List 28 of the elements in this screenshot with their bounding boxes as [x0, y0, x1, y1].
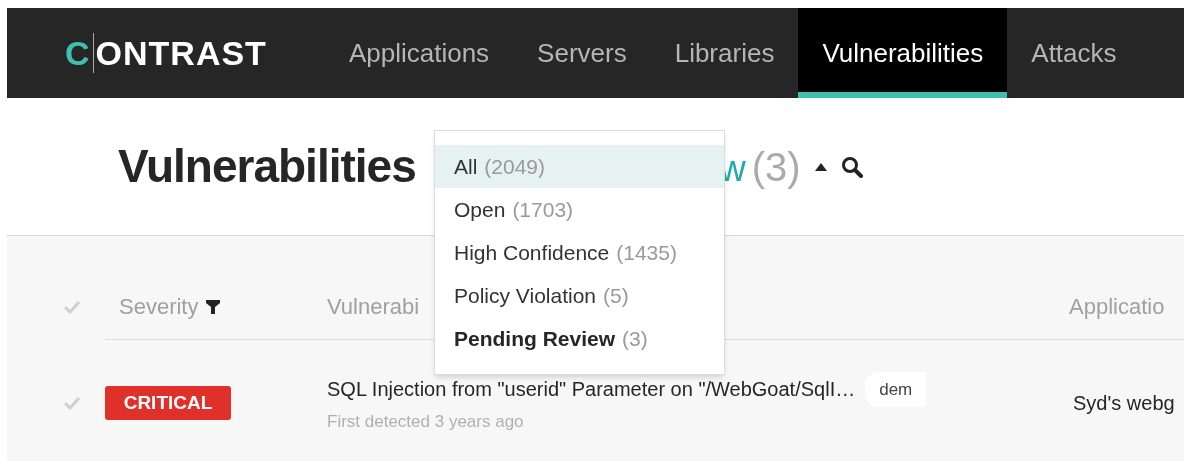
severity-badge: CRITICAL [105, 386, 231, 420]
detection-time: First detected 3 years ago [327, 411, 525, 433]
nav-tab[interactable]: Vulnerabilities [798, 8, 1008, 98]
nav-tab[interactable]: Servers [513, 8, 651, 98]
contrast-logo: CONTRAST [64, 32, 268, 75]
item-count: (1703) [512, 196, 574, 223]
filter-count: (3) [751, 143, 801, 191]
checkmark-icon[interactable] [63, 300, 81, 314]
filter-icon[interactable] [206, 299, 221, 314]
filter-menu-item[interactable]: Pending Review (3) [435, 317, 724, 360]
filter-menu-item[interactable]: All (2049) [435, 145, 724, 188]
caret-up-icon[interactable] [814, 162, 827, 171]
item-count: (1435) [616, 239, 677, 266]
search-icon[interactable] [840, 155, 863, 178]
item-count: (2049) [484, 153, 546, 180]
filter-menu-item[interactable]: Open (1703) [435, 188, 724, 231]
filter-menu-item[interactable]: Policy Violation (5) [435, 274, 724, 317]
page-title: Vulnerabilities [118, 139, 416, 194]
tag-label: dem [865, 371, 927, 407]
nav-tab[interactable]: Applications [324, 8, 514, 98]
vulnerability-title[interactable]: SQL Injection from "userid" Parameter on "/WebGoat/SqlI… [327, 374, 856, 405]
nav-tab[interactable]: Libraries [650, 8, 799, 98]
checkmark-icon[interactable] [63, 396, 81, 410]
application-name: Syd's webg [1072, 391, 1175, 416]
filter-menu-item[interactable]: High Confidence (1435) [435, 231, 724, 274]
item-count: (5) [603, 282, 629, 309]
item-count: (3) [622, 325, 648, 352]
nav-tab[interactable]: Attacks [1007, 8, 1141, 98]
